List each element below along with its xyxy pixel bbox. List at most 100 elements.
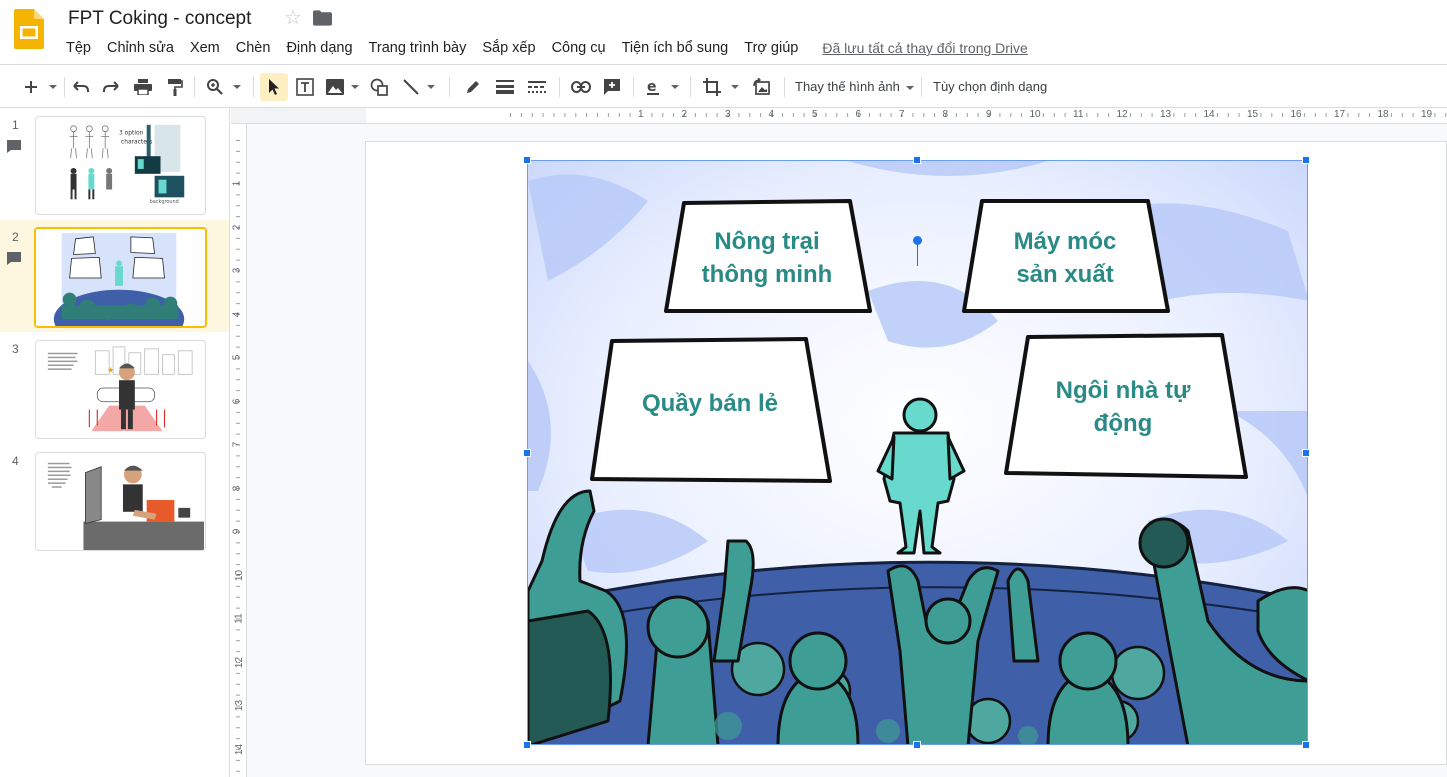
slide-editor: 123456789101112131415161718192021222324 …: [231, 108, 1447, 777]
svg-text:★: ★: [107, 365, 114, 374]
ruler-label: 5: [812, 109, 818, 120]
slide-number: 1: [12, 118, 19, 132]
menu-addons[interactable]: Tiện ích bổ sung: [614, 37, 737, 59]
comment-icon[interactable]: [7, 140, 21, 153]
print-icon[interactable]: [130, 73, 156, 101]
ruler-label: 16: [1290, 109, 1302, 120]
ruler-label: 5: [231, 354, 243, 361]
menu-slide[interactable]: Trang trình bày: [361, 37, 475, 59]
folder-icon[interactable]: [313, 10, 332, 26]
slide-thumbnail-2[interactable]: 2: [0, 220, 229, 332]
new-slide-icon[interactable]: [16, 73, 46, 101]
slide-number: 4: [12, 454, 19, 468]
zoom-icon[interactable]: [200, 73, 230, 101]
menubar: Tệp Chỉnh sửa Xem Chèn Định dạng Trang t…: [58, 37, 1028, 59]
line-dropdown[interactable]: [424, 73, 438, 101]
filmstrip: 1 3 option characters background 2 3 ★ 4: [0, 108, 230, 777]
alt-text-dropdown[interactable]: [668, 73, 682, 101]
select-icon[interactable]: [260, 73, 288, 101]
paint-format-icon[interactable]: [162, 73, 188, 101]
ruler-label: 18: [1377, 109, 1389, 120]
ruler-label: 12: [234, 656, 246, 668]
vertical-ruler[interactable]: 1 2 3 4 5 6 7 8 9 10 11 12 13 14: [231, 124, 247, 777]
resize-handle-bottom[interactable]: [913, 741, 921, 749]
ruler-label: 4: [768, 109, 775, 120]
ruler-label: 8: [942, 109, 949, 120]
resize-handle-top[interactable]: [913, 156, 921, 164]
slides-logo-icon[interactable]: [14, 9, 44, 49]
resize-handle-left[interactable]: [523, 449, 531, 457]
line-dash-icon[interactable]: [524, 73, 550, 101]
ruler-label: 6: [231, 398, 243, 404]
shape-icon[interactable]: [366, 73, 392, 101]
menu-view[interactable]: Xem: [182, 37, 228, 59]
menu-edit[interactable]: Chỉnh sửa: [99, 37, 182, 59]
crop-icon[interactable]: [698, 73, 726, 101]
ruler-label: 9: [986, 109, 992, 120]
slide-number: 3: [12, 342, 19, 356]
toolbar: e Thay thế hình ảnh Tùy chọn định dạng: [0, 64, 1447, 108]
link-icon[interactable]: [567, 73, 595, 101]
star-icon[interactable]: ☆: [284, 7, 302, 29]
line-weight-icon[interactable]: [492, 73, 518, 101]
ruler-label: 11: [233, 613, 245, 624]
svg-text:background: background: [150, 199, 179, 205]
menu-insert[interactable]: Chèn: [228, 37, 279, 59]
ruler-label: 13: [234, 699, 246, 712]
ruler-label: 7: [899, 109, 905, 120]
resize-handle-top-right[interactable]: [1302, 156, 1310, 164]
format-options-button[interactable]: Tùy chọn định dạng: [933, 73, 1047, 101]
replace-image-button[interactable]: Thay thế hình ảnh: [795, 73, 915, 101]
save-status[interactable]: Đã lưu tất cả thay đổi trong Drive: [806, 37, 1027, 59]
crop-dropdown[interactable]: [728, 73, 742, 101]
slide-preview: 3 option characters background: [35, 116, 206, 215]
horizontal-ruler[interactable]: 123456789101112131415161718192021222324: [366, 108, 1447, 124]
slide-preview: ★: [35, 340, 206, 439]
ruler-label: 10: [1029, 109, 1041, 120]
resize-handle-bottom-right[interactable]: [1302, 741, 1310, 749]
ruler-label: 3: [231, 267, 243, 274]
slide-preview: [34, 227, 207, 328]
ruler-label: 10: [234, 569, 246, 581]
image-dropdown[interactable]: [348, 73, 362, 101]
menu-file[interactable]: Tệp: [58, 37, 99, 59]
svg-text:3 option: 3 option: [119, 131, 144, 137]
ruler-label: 12: [1116, 109, 1128, 120]
sign-retail: Quầy bán lẻ: [641, 390, 779, 417]
redo-icon[interactable]: [98, 73, 124, 101]
menu-format[interactable]: Định dạng: [278, 37, 360, 59]
menu-tools[interactable]: Công cụ: [544, 37, 614, 59]
ruler-label: 8: [231, 485, 243, 491]
document-title[interactable]: FPT Coking - concept: [68, 6, 251, 32]
undo-icon[interactable]: [68, 73, 94, 101]
textbox-icon[interactable]: [292, 73, 318, 101]
resize-handle-right[interactable]: [1302, 449, 1310, 457]
replace-image-label: Thay thế hình ảnh: [795, 79, 900, 94]
new-slide-layout-dropdown[interactable]: [46, 73, 60, 101]
slide-thumbnail-4[interactable]: 4: [0, 444, 229, 556]
slide-thumbnail-1[interactable]: 1 3 option characters background: [0, 108, 229, 220]
slide-number: 2: [12, 230, 19, 244]
ruler-label: 19: [1421, 109, 1433, 120]
ruler-label: 9: [231, 528, 243, 535]
resize-handle-top-left[interactable]: [523, 156, 531, 164]
comment-icon[interactable]: [7, 252, 21, 265]
ruler-label: 3: [725, 109, 731, 120]
menu-arrange[interactable]: Sắp xếp: [474, 37, 543, 59]
image-icon[interactable]: [322, 73, 348, 101]
resize-handle-bottom-left[interactable]: [523, 741, 531, 749]
pen-icon[interactable]: [460, 73, 486, 101]
slides-editor: FPT Coking - concept ☆ Tệp Chỉnh sửa Xem…: [0, 0, 1447, 777]
add-comment-icon[interactable]: [599, 73, 625, 101]
slide-preview: [35, 452, 206, 551]
reset-image-icon[interactable]: [748, 73, 776, 101]
ruler-label: 11: [1073, 109, 1084, 120]
alt-text-icon[interactable]: e: [640, 73, 666, 101]
menu-help[interactable]: Trợ giúp: [736, 37, 806, 59]
ruler-label: 4: [231, 311, 243, 317]
rotate-handle[interactable]: [913, 236, 922, 245]
zoom-dropdown[interactable]: [230, 73, 244, 101]
ruler-label: 2: [231, 224, 243, 230]
line-icon[interactable]: [398, 73, 424, 101]
slide-thumbnail-3[interactable]: 3 ★: [0, 332, 229, 444]
